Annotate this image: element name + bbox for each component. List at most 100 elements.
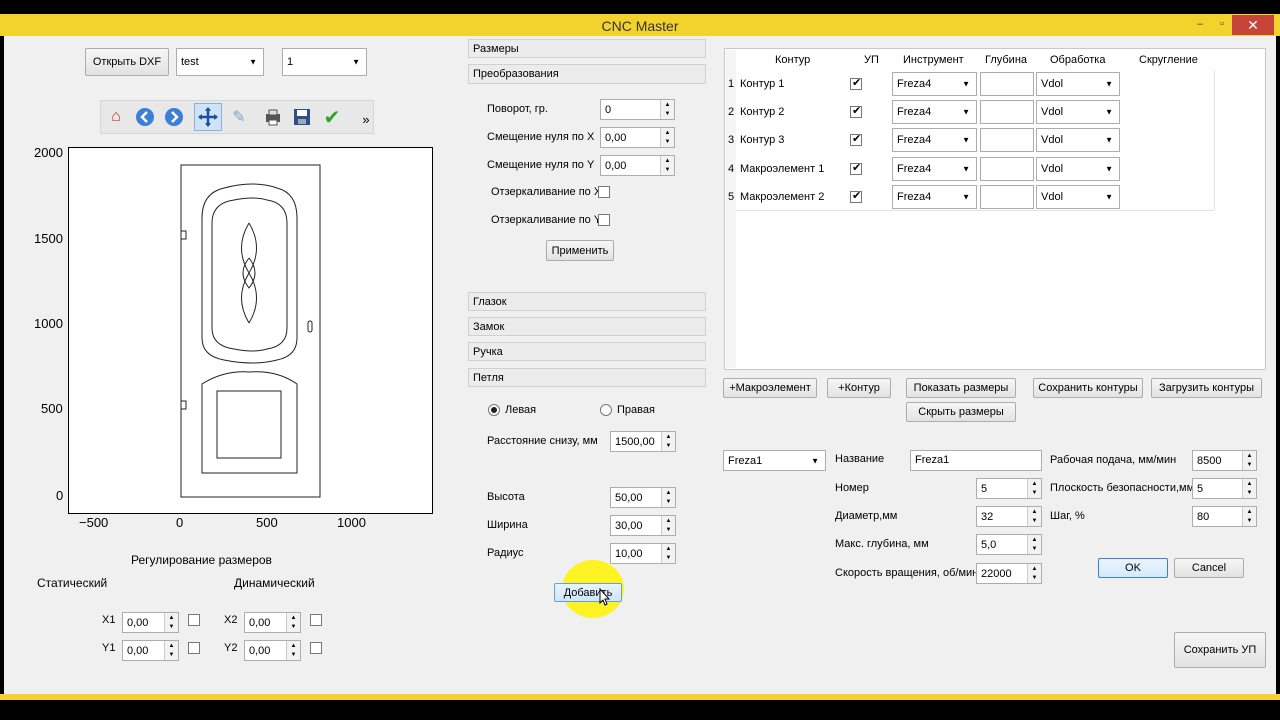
open-dxf-button[interactable]: Открыть DXF: [85, 48, 169, 76]
section-lock[interactable]: Замок: [468, 317, 706, 336]
spin-arrows-icon[interactable]: ▲ ▼: [661, 516, 675, 535]
hinge-right-radio[interactable]: [600, 404, 612, 416]
save-icon[interactable]: [290, 105, 314, 129]
spin-arrows-icon[interactable]: ▲ ▼: [661, 488, 675, 507]
y1-spinbox[interactable]: 0,00 ▲ ▼: [122, 640, 179, 661]
column-header[interactable]: Обработка: [1050, 54, 1105, 66]
x2-checkbox[interactable]: [310, 614, 322, 626]
section-transforms[interactable]: Преобразования: [468, 64, 706, 84]
column-header[interactable]: Контур: [775, 54, 810, 66]
tool-name-input[interactable]: Freza1: [910, 450, 1042, 471]
column-header[interactable]: Глубина: [985, 54, 1027, 66]
section-hinge[interactable]: Петля: [468, 368, 706, 387]
cancel-button[interactable]: Cancel: [1174, 558, 1244, 578]
tool-combo[interactable]: Freza4 ▼: [892, 72, 977, 96]
spin-arrows-icon[interactable]: ▲ ▼: [164, 641, 178, 660]
spin-arrows-icon[interactable]: ▲ ▼: [1027, 479, 1041, 498]
ok-button[interactable]: OK: [1098, 558, 1168, 578]
column-header[interactable]: Инструмент: [903, 54, 964, 66]
depth-input[interactable]: [980, 72, 1034, 96]
nc-checkbox[interactable]: [850, 132, 862, 146]
add-contour-button[interactable]: +Контур: [827, 378, 891, 398]
contour-name[interactable]: Макроэлемент 2: [740, 191, 824, 203]
mirror-y-checkbox[interactable]: [598, 214, 610, 226]
spin-arrows-icon[interactable]: ▲ ▼: [1242, 451, 1256, 470]
depth-input[interactable]: [980, 128, 1034, 152]
y1-checkbox[interactable]: [188, 642, 200, 654]
hinge-left-radio[interactable]: [488, 404, 500, 416]
close-icon[interactable]: ✕: [1232, 15, 1274, 35]
y2-spinbox[interactable]: 0,00 ▲ ▼: [244, 640, 301, 661]
spin-arrows-icon[interactable]: ▲ ▼: [1242, 479, 1256, 498]
height-spinbox[interactable]: 50,00 ▲ ▼: [610, 487, 676, 508]
processing-combo[interactable]: Vdol ▼: [1036, 128, 1120, 152]
contour-name[interactable]: Контур 3: [740, 134, 784, 146]
section-handle[interactable]: Ручка: [468, 342, 706, 361]
safe-plane-spinbox[interactable]: 5 ▲ ▼: [1192, 478, 1257, 499]
maximize-icon[interactable]: ▫: [1212, 18, 1232, 32]
feed-spinbox[interactable]: 8500 ▲ ▼: [1192, 450, 1257, 471]
tool-combo[interactable]: Freza4 ▼: [892, 100, 977, 124]
tool-combo[interactable]: Freza4 ▼: [892, 128, 977, 152]
spin-arrows-icon[interactable]: ▲ ▼: [1027, 564, 1041, 583]
tool-combo[interactable]: Freza4 ▼: [892, 157, 977, 181]
offset-y-spinbox[interactable]: 0,00 ▲ ▼: [600, 155, 675, 176]
spin-arrows-icon[interactable]: ▲ ▼: [660, 128, 674, 147]
contour-table[interactable]: [724, 48, 1266, 370]
more-icon[interactable]: »: [354, 107, 378, 131]
processing-combo[interactable]: Vdol ▼: [1036, 185, 1120, 209]
tool-select[interactable]: Freza1 ▼: [723, 450, 826, 471]
spin-arrows-icon[interactable]: ▲ ▼: [286, 613, 300, 632]
apply-button[interactable]: Применить: [546, 240, 614, 261]
spin-arrows-icon[interactable]: ▲ ▼: [164, 613, 178, 632]
y2-checkbox[interactable]: [310, 642, 322, 654]
x1-spinbox[interactable]: 0,00 ▲ ▼: [122, 612, 179, 633]
spin-arrows-icon[interactable]: ▲ ▼: [661, 432, 675, 451]
home-icon[interactable]: ⌂: [104, 105, 128, 129]
spin-arrows-icon[interactable]: ▲ ▼: [1027, 507, 1041, 526]
back-icon[interactable]: [133, 105, 157, 129]
tool-combo[interactable]: Freza4 ▼: [892, 185, 977, 209]
show-sizes-button[interactable]: Показать размеры: [906, 378, 1016, 398]
spin-arrows-icon[interactable]: ▲ ▼: [660, 100, 674, 119]
nc-checkbox[interactable]: [850, 76, 862, 90]
section-sizes[interactable]: Размеры: [468, 39, 706, 58]
layer-combo[interactable]: 1 ▼: [282, 48, 367, 76]
move-icon[interactable]: [194, 103, 222, 131]
x1-checkbox[interactable]: [188, 614, 200, 626]
spin-arrows-icon[interactable]: ▲ ▼: [1027, 535, 1041, 554]
file-combo[interactable]: test ▼: [176, 48, 264, 76]
spin-arrows-icon[interactable]: ▲ ▼: [661, 544, 675, 563]
processing-combo[interactable]: Vdol ▼: [1036, 72, 1120, 96]
nc-checkbox[interactable]: [850, 161, 862, 175]
spin-arrows-icon[interactable]: ▲ ▼: [660, 156, 674, 175]
x2-spinbox[interactable]: 0,00 ▲ ▼: [244, 612, 301, 633]
spin-arrows-icon[interactable]: ▲ ▼: [1242, 507, 1256, 526]
processing-combo[interactable]: Vdol ▼: [1036, 157, 1120, 181]
contour-name[interactable]: Контур 2: [740, 106, 784, 118]
forward-icon[interactable]: [162, 105, 186, 129]
column-header[interactable]: УП: [864, 54, 879, 66]
contour-name[interactable]: Макроэлемент 1: [740, 163, 824, 175]
depth-input[interactable]: [980, 100, 1034, 124]
width-spinbox[interactable]: 30,00 ▲ ▼: [610, 515, 676, 536]
mirror-x-checkbox[interactable]: [598, 186, 610, 198]
hide-sizes-button[interactable]: Скрыть размеры: [906, 402, 1016, 422]
contour-name[interactable]: Контур 1: [740, 78, 784, 90]
distance-spinbox[interactable]: 1500,00 ▲ ▼: [610, 431, 676, 452]
column-header[interactable]: Скругление: [1139, 54, 1198, 66]
diameter-spinbox[interactable]: 32 ▲ ▼: [976, 506, 1042, 527]
save-nc-button[interactable]: Сохранить УП: [1174, 632, 1266, 668]
plot-area[interactable]: [68, 147, 433, 514]
depth-input[interactable]: [980, 157, 1034, 181]
save-contours-button[interactable]: Сохранить контуры: [1033, 378, 1143, 398]
section-peephole[interactable]: Глазок: [468, 292, 706, 311]
offset-x-spinbox[interactable]: 0,00 ▲ ▼: [600, 127, 675, 148]
minimize-icon[interactable]: –: [1190, 18, 1210, 32]
add-hinge-button[interactable]: Добавить: [554, 583, 622, 602]
tool-number-spinbox[interactable]: 5 ▲ ▼: [976, 478, 1042, 499]
processing-combo[interactable]: Vdol ▼: [1036, 100, 1120, 124]
rotation-spinbox[interactable]: 0 ▲ ▼: [600, 99, 675, 120]
step-spinbox[interactable]: 80 ▲ ▼: [1192, 506, 1257, 527]
add-macro-button[interactable]: +Макроэлемент: [723, 378, 817, 398]
